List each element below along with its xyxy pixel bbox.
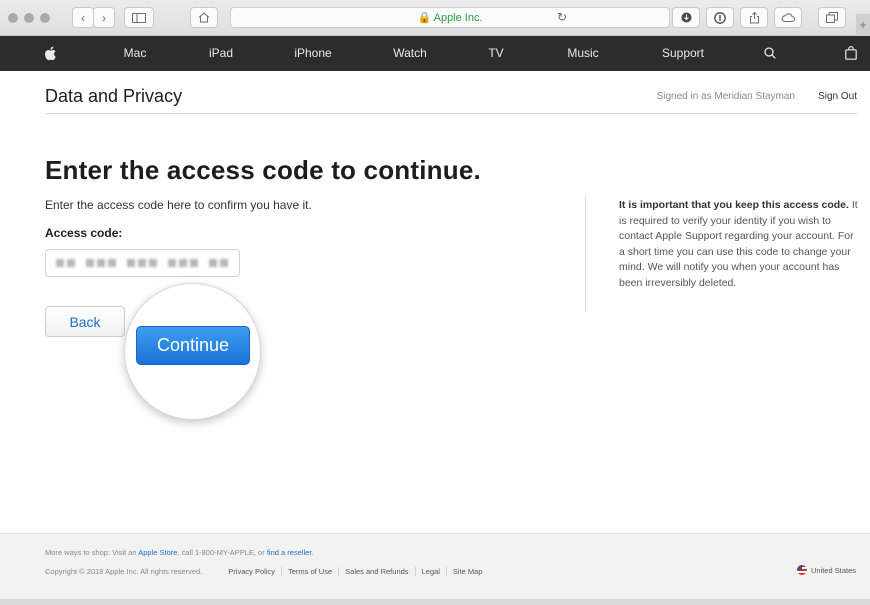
footer-shop-middle: , call 1-800-MY-APPLE, or xyxy=(177,548,267,557)
nav-item-ipad[interactable]: iPad xyxy=(209,36,233,71)
browser-forward-button[interactable]: › xyxy=(93,7,115,28)
home-button[interactable] xyxy=(190,7,218,28)
share-icon xyxy=(749,11,759,23)
footer-shop-suffix: . xyxy=(311,548,314,557)
instructions-text: Enter the access code here to confirm yo… xyxy=(45,198,312,212)
country-selector[interactable]: United States xyxy=(796,565,856,575)
side-note-text: It is required to verify your identity i… xyxy=(619,199,858,289)
plus-icon: + xyxy=(859,18,867,32)
reload-icon[interactable]: ↻ xyxy=(557,10,567,24)
nav-item-support[interactable]: Support xyxy=(662,36,704,71)
chevron-right-icon: › xyxy=(102,10,106,25)
sidebar-icon xyxy=(132,12,146,23)
chevron-left-icon: ‹ xyxy=(81,10,85,25)
window-bottom-edge xyxy=(0,599,870,605)
nav-item-iphone[interactable]: iPhone xyxy=(294,36,331,71)
search-icon[interactable] xyxy=(764,47,776,61)
minimize-window-icon[interactable] xyxy=(24,13,34,23)
side-note-emphasis: It is important that you keep this acces… xyxy=(619,199,849,211)
nav-item-tv[interactable]: TV xyxy=(488,36,503,71)
signed-in-text: Signed in as Meridian Stayman xyxy=(656,91,795,102)
footer-shop-prefix: More ways to shop: Visit an xyxy=(45,548,139,557)
footer-link-site-map[interactable]: Site Map xyxy=(445,567,489,576)
lock-icon: 🔒 xyxy=(417,12,432,24)
global-nav: Mac iPad iPhone Watch TV Music Support xyxy=(0,36,870,71)
apple-logo-icon[interactable] xyxy=(44,46,57,62)
footer-link-privacy-policy[interactable]: Privacy Policy xyxy=(228,567,281,576)
footer: More ways to shop: Visit an Apple Store,… xyxy=(0,533,870,599)
sign-out-link[interactable]: Sign Out xyxy=(818,91,857,102)
browser-toolbar: ‹ › 🔒 Apple Inc. ↻ + xyxy=(0,0,870,36)
page-title: Data and Privacy xyxy=(45,86,183,106)
info-icon xyxy=(714,11,726,24)
cloud-button[interactable] xyxy=(774,7,802,28)
nav-item-watch[interactable]: Watch xyxy=(393,36,427,71)
obscured-code xyxy=(56,259,228,267)
zoom-window-icon[interactable] xyxy=(40,13,50,23)
tabs-icon xyxy=(826,12,838,23)
country-label: United States xyxy=(810,565,856,575)
home-icon xyxy=(198,12,210,23)
continue-button[interactable]: Continue xyxy=(136,326,250,365)
sidebar-button[interactable] xyxy=(124,7,154,28)
apple-store-link[interactable]: Apple Store xyxy=(138,548,177,557)
nav-item-music[interactable]: Music xyxy=(567,36,598,71)
nav-item-mac[interactable]: Mac xyxy=(124,36,147,71)
bag-icon[interactable] xyxy=(845,46,857,62)
find-reseller-link[interactable]: find a reseller xyxy=(267,548,312,557)
back-button[interactable]: Back xyxy=(45,306,125,337)
close-window-icon[interactable] xyxy=(8,13,18,23)
footer-legal-line: Copyright © 2018 Apple Inc. All rights r… xyxy=(45,567,489,576)
address-text-wrap: 🔒 Apple Inc. xyxy=(231,11,669,24)
side-note: It is important that you keep this acces… xyxy=(619,198,859,291)
us-flag-icon xyxy=(796,565,807,575)
vertical-divider xyxy=(585,196,586,312)
copyright-text: Copyright © 2018 Apple Inc. All rights r… xyxy=(45,567,203,576)
footer-link-sales-and-refunds[interactable]: Sales and Refunds xyxy=(338,567,414,576)
footer-link-terms-of-use[interactable]: Terms of Use xyxy=(280,567,338,576)
page-header: Data and Privacy Signed in as Meridian S… xyxy=(45,86,857,114)
address-bar[interactable]: 🔒 Apple Inc. ↻ xyxy=(230,7,670,28)
footer-links: Privacy Policy Terms of Use Sales and Re… xyxy=(228,567,488,576)
address-text: Apple Inc. xyxy=(433,12,483,24)
footer-link-legal[interactable]: Legal xyxy=(414,567,446,576)
new-tab-button[interactable]: + xyxy=(856,14,870,36)
browser-back-button[interactable]: ‹ xyxy=(72,7,94,28)
download-button[interactable] xyxy=(672,7,700,28)
access-code-label: Access code: xyxy=(45,226,123,240)
download-icon xyxy=(681,12,691,23)
cloud-icon xyxy=(781,13,795,22)
footer-shop-line: More ways to shop: Visit an Apple Store,… xyxy=(45,548,314,557)
tabs-button[interactable] xyxy=(818,7,846,28)
access-code-input[interactable] xyxy=(45,249,240,277)
info-button[interactable] xyxy=(706,7,734,28)
main-heading: Enter the access code to continue. xyxy=(45,155,481,185)
share-button[interactable] xyxy=(740,7,768,28)
